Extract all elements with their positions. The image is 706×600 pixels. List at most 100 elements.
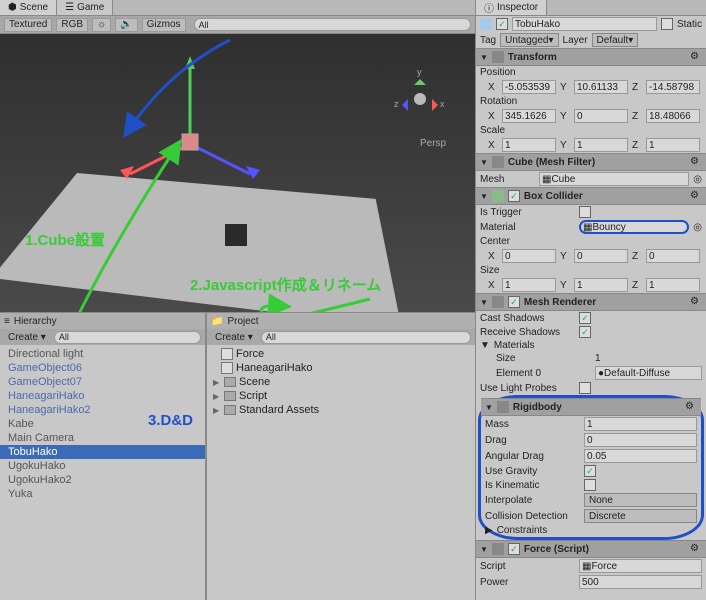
hierarchy-item[interactable]: Kabe <box>0 417 205 431</box>
renderer-enabled[interactable]: ✓ <box>508 296 520 308</box>
gear-icon[interactable]: ⚙ <box>690 296 702 308</box>
scale-y[interactable]: 1 <box>574 138 628 152</box>
angular-field[interactable]: 0.05 <box>584 449 697 463</box>
mesh-filter-title: Cube (Mesh Filter) <box>508 157 595 168</box>
project-folder[interactable]: ▶Standard Assets <box>207 403 475 417</box>
script-field[interactable]: ▦ Force <box>579 559 702 573</box>
gravity-checkbox[interactable]: ✓ <box>584 465 596 477</box>
mesh-filter-header[interactable]: ▼Cube (Mesh Filter)⚙ <box>476 153 706 171</box>
physic-material-field[interactable]: ▦ Bouncy <box>579 220 689 234</box>
hierarchy-item[interactable]: TobuHako <box>0 445 205 459</box>
scale-x[interactable]: 1 <box>502 138 556 152</box>
folder-label: Standard Assets <box>239 404 319 416</box>
position-label: Position <box>480 67 535 78</box>
size-x[interactable]: 1 <box>502 278 556 292</box>
mesh-field[interactable]: ▦ Cube <box>539 172 689 186</box>
size-z[interactable]: 1 <box>646 278 700 292</box>
rotation-z[interactable]: 18.48066 <box>646 109 700 123</box>
hierarchy-item[interactable]: HaneagariHako <box>0 389 205 403</box>
project-search[interactable]: All <box>261 331 471 344</box>
constraints-label[interactable]: Constraints <box>497 525 548 536</box>
interpolate-val: None <box>589 495 613 506</box>
hierarchy-item[interactable]: UgokuHako <box>0 459 205 473</box>
gear-icon[interactable]: ⚙ <box>690 190 702 202</box>
hierarchy-item[interactable]: Yuka <box>0 487 205 501</box>
hierarchy-create-button[interactable]: Create ▾ <box>4 332 50 343</box>
force-script-header[interactable]: ▼✓Force (Script)⚙ <box>476 540 706 558</box>
interpolate-dropdown[interactable]: None <box>584 493 697 507</box>
gear-icon[interactable]: ⚙ <box>690 156 702 168</box>
project-folder[interactable]: ▶Script <box>207 389 475 403</box>
hierarchy-item[interactable]: UgokuHako2 <box>0 473 205 487</box>
scale-z[interactable]: 1 <box>646 138 700 152</box>
scene-audio-toggle[interactable]: 🔊 <box>115 18 137 32</box>
tab-inspector[interactable]: ⓘInspector <box>476 0 547 15</box>
scene-light-toggle[interactable]: ☼ <box>92 18 111 32</box>
transform-header[interactable]: ▼Transform⚙ <box>476 48 706 66</box>
gizmos-dropdown[interactable]: Gizmos <box>142 18 186 32</box>
hierarchy-item[interactable]: HaneagariHako2 <box>0 403 205 417</box>
box-collider-header[interactable]: ▼✓Box Collider⚙ <box>476 187 706 205</box>
gear-icon[interactable]: ⚙ <box>690 543 702 555</box>
cast-checkbox[interactable]: ✓ <box>579 312 591 324</box>
script-enabled[interactable]: ✓ <box>508 543 520 555</box>
collision-dropdown[interactable]: Discrete <box>584 509 697 523</box>
size-y[interactable]: 1 <box>574 278 628 292</box>
element0-field[interactable]: ● Default-Diffuse <box>595 366 702 380</box>
kinematic-checkbox[interactable] <box>584 479 596 491</box>
receive-checkbox[interactable]: ✓ <box>579 326 591 338</box>
project-folder[interactable]: ▶Scene <box>207 375 475 389</box>
angular-label: Angular Drag <box>485 451 580 462</box>
cube-object[interactable] <box>225 224 247 246</box>
project-list[interactable]: Force HaneagariHako ▶Scene▶Script▶Standa… <box>207 345 475 600</box>
static-checkbox[interactable] <box>661 18 673 30</box>
power-field[interactable]: 500 <box>579 575 702 589</box>
gameobject-active-checkbox[interactable]: ✓ <box>496 18 508 30</box>
position-z[interactable]: -14.58798 <box>646 80 700 94</box>
mesh-renderer-header[interactable]: ▼✓Mesh Renderer⚙ <box>476 293 706 311</box>
hierarchy-search[interactable]: All <box>54 331 201 344</box>
center-z[interactable]: 0 <box>646 249 700 263</box>
hierarchy-list[interactable]: Directional lightGameObject06GameObject0… <box>0 345 205 600</box>
cube-icon <box>480 18 492 30</box>
lightprobes-checkbox[interactable] <box>579 382 591 394</box>
rigidbody-header[interactable]: ▼Rigidbody⚙ <box>481 398 701 416</box>
is-trigger-checkbox[interactable] <box>579 206 591 218</box>
asset-haneagari[interactable]: HaneagariHako <box>207 361 475 375</box>
tab-game[interactable]: ☰Game <box>57 0 113 15</box>
rotation-label: Rotation <box>480 96 535 107</box>
drag-field[interactable]: 0 <box>584 433 697 447</box>
hierarchy-item[interactable]: Directional light <box>0 347 205 361</box>
tag-dropdown[interactable]: Untagged ▾ <box>500 33 558 47</box>
rotation-y[interactable]: 0 <box>574 109 628 123</box>
game-icon: ☰ <box>65 2 74 13</box>
gear-icon[interactable]: ⚙ <box>690 51 702 63</box>
position-y[interactable]: 10.61133 <box>574 80 628 94</box>
transform-title: Transform <box>508 52 557 63</box>
hierarchy-title: Hierarchy <box>14 316 57 327</box>
hierarchy-item[interactable]: Main Camera <box>0 431 205 445</box>
collider-enabled[interactable]: ✓ <box>508 190 520 202</box>
gear-icon[interactable]: ⚙ <box>685 401 697 413</box>
mass-field[interactable]: 1 <box>584 417 697 431</box>
scene-view[interactable]: y x z Persp 1.Cube設置 2.Javascript作成＆リネーム <box>0 34 475 312</box>
receive-label: Receive Shadows <box>480 327 575 338</box>
project-create-button[interactable]: Create ▾ <box>211 332 257 343</box>
render-dropdown[interactable]: RGB <box>56 18 88 32</box>
scene-search[interactable]: All <box>194 18 471 31</box>
layer-dropdown[interactable]: Default ▾ <box>592 33 639 47</box>
hierarchy-item[interactable]: GameObject06 <box>0 361 205 375</box>
center-x[interactable]: 0 <box>502 249 556 263</box>
tab-scene[interactable]: ⬢Scene <box>0 0 57 15</box>
gameobject-name-field[interactable]: TobuHako <box>512 17 657 31</box>
shading-dropdown[interactable]: Textured <box>4 18 52 32</box>
object-picker-icon[interactable]: ◎ <box>693 222 702 233</box>
rigidbody-icon <box>497 401 509 413</box>
position-x[interactable]: -5.053539 <box>502 80 556 94</box>
material-val: Bouncy <box>592 222 625 233</box>
center-y[interactable]: 0 <box>574 249 628 263</box>
hierarchy-item[interactable]: GameObject07 <box>0 375 205 389</box>
object-picker-icon[interactable]: ◎ <box>693 174 702 185</box>
asset-force[interactable]: Force <box>207 347 475 361</box>
rotation-x[interactable]: 345.1626 <box>502 109 556 123</box>
